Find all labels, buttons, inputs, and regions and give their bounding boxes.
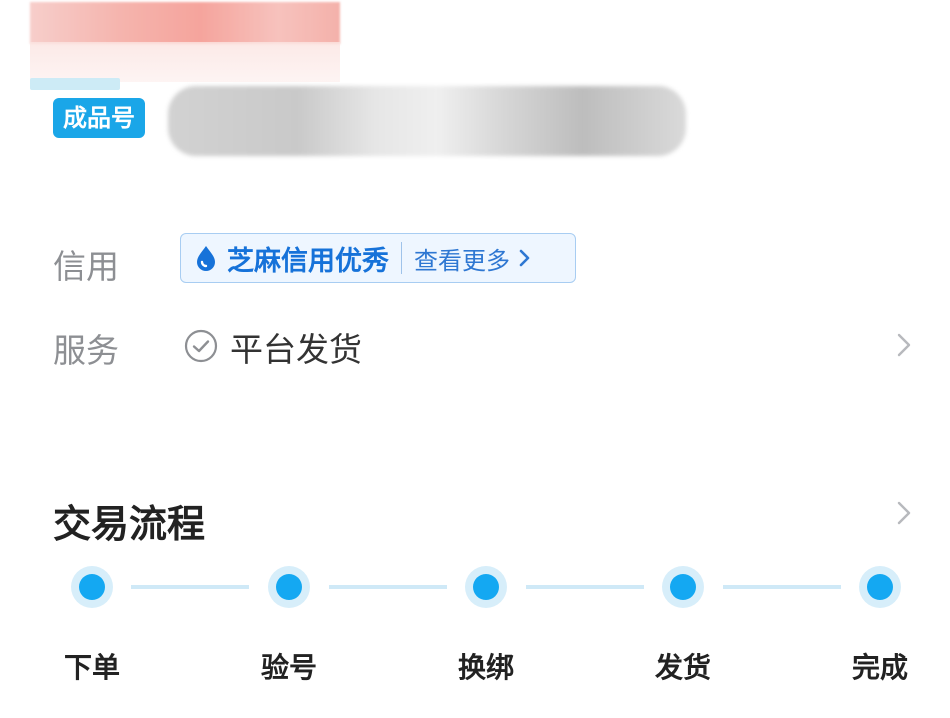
- trade-process-title: 交易流程: [53, 502, 206, 546]
- credit-label: 信用: [53, 247, 119, 286]
- credit-rating-text: 芝麻信用优秀: [227, 245, 389, 277]
- step-label-complete: 完成: [851, 651, 908, 684]
- redacted-title: [30, 2, 340, 44]
- step-dot: [859, 566, 901, 608]
- step-dot: [268, 566, 310, 608]
- step-dot: [465, 566, 507, 608]
- view-more-link[interactable]: 查看更多: [414, 241, 510, 276]
- step-label-delivery: 发货: [654, 651, 711, 684]
- step-connector: [723, 585, 841, 589]
- service-label: 服务: [53, 331, 119, 370]
- service-value: 平台发货: [230, 330, 362, 369]
- redacted-title-background: [30, 42, 340, 82]
- step-connector: [526, 585, 644, 589]
- redacted-account-name: [168, 86, 686, 156]
- step-label-verify: 验号: [260, 651, 317, 684]
- redacted-strip: [30, 78, 120, 90]
- step-label-rebind: 换绑: [457, 651, 514, 684]
- water-drop-icon: [195, 245, 217, 271]
- credit-divider: [401, 242, 402, 274]
- product-type-tag: 成品号: [53, 98, 145, 138]
- process-steps: 下单 验号 换绑 发货 完成: [0, 566, 950, 686]
- step-dot: [662, 566, 704, 608]
- chevron-right-icon: [518, 248, 534, 268]
- step-label-order: 下单: [63, 651, 120, 684]
- credit-badge[interactable]: 芝麻信用优秀 查看更多: [180, 233, 576, 283]
- check-circle-icon: [184, 329, 218, 363]
- step-dot: [71, 566, 113, 608]
- process-chevron-right-icon[interactable]: [896, 499, 912, 527]
- step-connector: [329, 585, 447, 589]
- service-chevron-right-icon[interactable]: [896, 331, 912, 359]
- product-detail-page: 成品号 信用 芝麻信用优秀 查看更多 服务 平台发货 交易流程 下单 验号 换绑…: [0, 0, 950, 718]
- step-connector: [131, 585, 249, 589]
